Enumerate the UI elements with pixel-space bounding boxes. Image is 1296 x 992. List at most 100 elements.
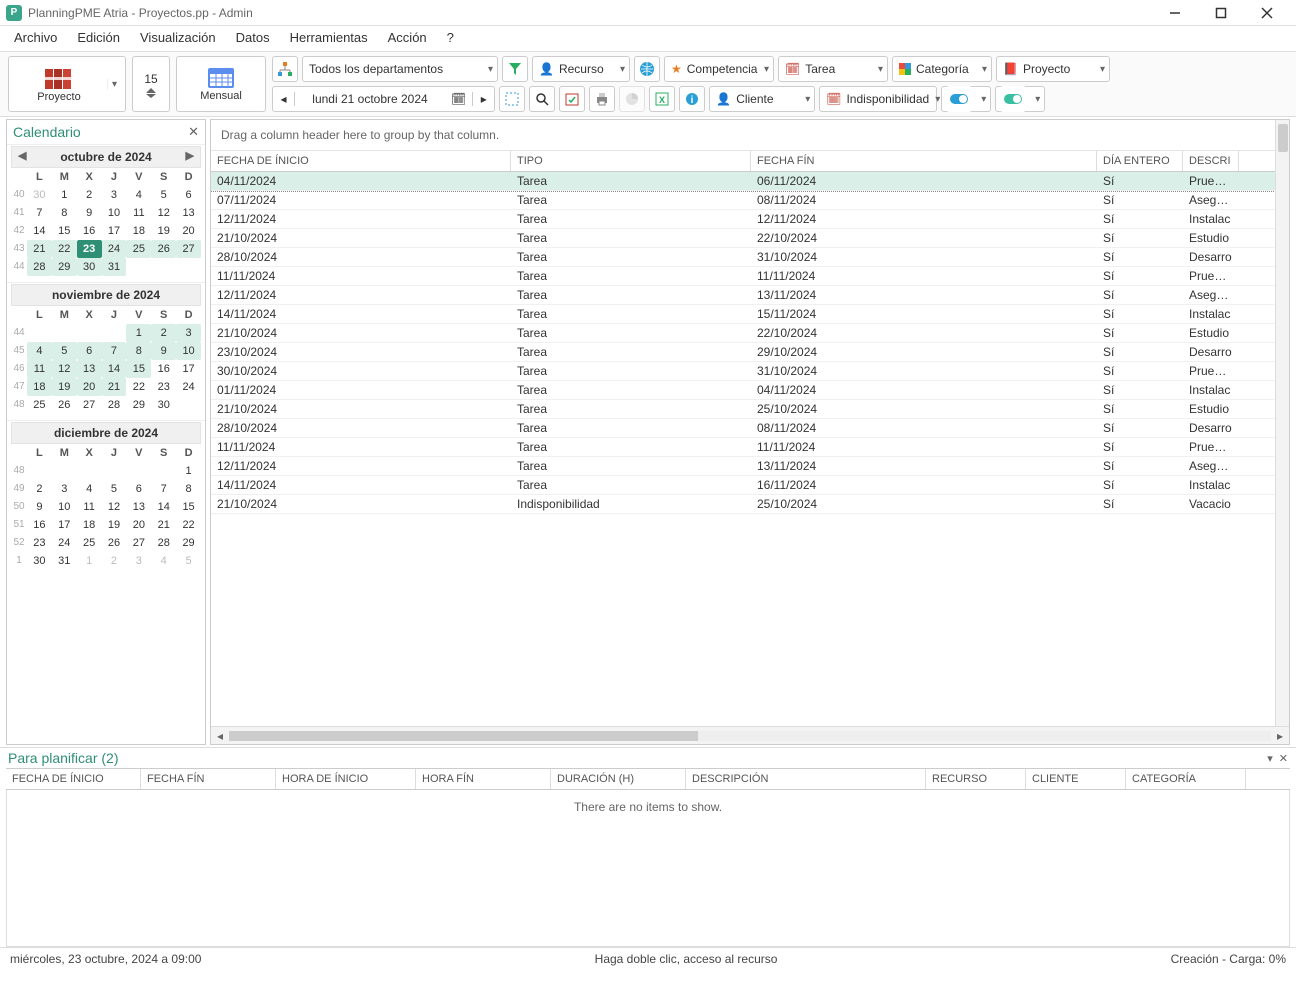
calendar-day[interactable]: 29 <box>126 396 151 414</box>
indisponibilidad-combo[interactable]: 🗓Indisponibilidad ▾ <box>819 86 937 112</box>
calendar-day[interactable]: 2 <box>151 324 176 342</box>
table-row[interactable]: 21/10/2024Indisponibilidad25/10/2024SíVa… <box>211 495 1289 514</box>
calendar-day[interactable]: 20 <box>126 516 151 534</box>
calendar-day[interactable]: 30 <box>151 396 176 414</box>
row-count-spinner[interactable]: 15 <box>132 56 170 112</box>
cliente-combo[interactable]: 👤Cliente ▾ <box>709 86 815 112</box>
planner-column-header[interactable]: RECURSO <box>926 769 1026 789</box>
calendar-day[interactable]: 31 <box>52 552 77 570</box>
calendar-day[interactable]: 1 <box>176 462 201 480</box>
calendar-day[interactable]: 25 <box>126 240 151 258</box>
table-row[interactable]: 28/10/2024Tarea31/10/2024SíDesarro <box>211 248 1289 267</box>
maximize-button[interactable] <box>1198 1 1244 25</box>
grid-column-header[interactable]: DÍA ENTERO <box>1097 151 1183 171</box>
calendar-day[interactable]: 27 <box>176 240 201 258</box>
calendar-day[interactable]: 12 <box>102 498 127 516</box>
table-row[interactable]: 21/10/2024Tarea22/10/2024SíEstudio <box>211 229 1289 248</box>
table-row[interactable]: 12/11/2024Tarea13/11/2024SíAsegura <box>211 457 1289 476</box>
table-row[interactable]: 12/11/2024Tarea12/11/2024SíInstalac <box>211 210 1289 229</box>
table-row[interactable]: 30/10/2024Tarea31/10/2024SíPruebas <box>211 362 1289 381</box>
calendar-day[interactable]: 9 <box>27 498 52 516</box>
calendar-day[interactable]: 30 <box>27 186 52 204</box>
calendar-picker-icon[interactable]: 🗓 <box>445 92 472 106</box>
menu-edición[interactable]: Edición <box>77 30 120 45</box>
calendar-day[interactable]: 10 <box>52 498 77 516</box>
mensual-button[interactable]: Mensual <box>176 56 266 112</box>
calendar-day[interactable]: 29 <box>176 534 201 552</box>
calendar-day[interactable]: 14 <box>102 360 127 378</box>
next-day-button[interactable]: ▸ <box>472 92 494 106</box>
calendar-day[interactable]: 7 <box>27 204 52 222</box>
calendar-day[interactable]: 1 <box>77 552 102 570</box>
table-row[interactable]: 14/11/2024Tarea15/11/2024SíInstalac <box>211 305 1289 324</box>
calendar-day[interactable]: 4 <box>27 342 52 360</box>
calendar-day[interactable]: 10 <box>102 204 127 222</box>
calendar-day[interactable]: 14 <box>151 498 176 516</box>
calendar-day[interactable]: 17 <box>176 360 201 378</box>
calendar-day[interactable]: 8 <box>126 342 151 360</box>
calendar-day[interactable]: 1 <box>52 186 77 204</box>
calendar-day[interactable]: 26 <box>151 240 176 258</box>
globe-icon-button[interactable] <box>634 56 660 82</box>
grid-column-header[interactable]: FECHA DE ÍNICIO <box>211 151 511 171</box>
table-row[interactable]: 14/11/2024Tarea16/11/2024SíInstalac <box>211 476 1289 495</box>
toggle-blue[interactable]: ▾ <box>941 86 991 112</box>
calendar-check-icon-button[interactable] <box>559 86 585 112</box>
calendar-day[interactable]: 23 <box>27 534 52 552</box>
search-icon-button[interactable] <box>529 86 555 112</box>
calendar-day[interactable]: 28 <box>102 396 127 414</box>
calendar-day[interactable]: 19 <box>52 378 77 396</box>
calendar-day[interactable]: 24 <box>52 534 77 552</box>
calendar-day[interactable]: 24 <box>176 378 201 396</box>
calendar-day[interactable]: 10 <box>176 342 201 360</box>
calendar-day[interactable]: 17 <box>102 222 127 240</box>
calendar-day[interactable]: 28 <box>151 534 176 552</box>
grid-column-header[interactable]: DESCRI <box>1183 151 1239 171</box>
prev-day-button[interactable]: ◂ <box>273 92 295 106</box>
calendar-day[interactable]: 9 <box>77 204 102 222</box>
calendar-day[interactable]: 17 <box>52 516 77 534</box>
planner-column-header[interactable]: HORA DE ÍNICIO <box>276 769 416 789</box>
calendar-day[interactable]: 22 <box>52 240 77 258</box>
calendar-day[interactable]: 14 <box>27 222 52 240</box>
calendar-day[interactable]: 4 <box>77 480 102 498</box>
hierarchy-icon-button[interactable] <box>272 56 298 82</box>
table-row[interactable]: 12/11/2024Tarea13/11/2024SíAsegura <box>211 286 1289 305</box>
menu-archivo[interactable]: Archivo <box>14 30 57 45</box>
table-row[interactable]: 28/10/2024Tarea08/11/2024SíDesarro <box>211 419 1289 438</box>
competencia-combo[interactable]: ★Competencia ▾ <box>664 56 774 82</box>
menu-herramientas[interactable]: Herramientas <box>290 30 368 45</box>
calendar-day[interactable]: 8 <box>176 480 201 498</box>
calendar-day[interactable]: 13 <box>77 360 102 378</box>
calendar-day[interactable]: 2 <box>27 480 52 498</box>
calendar-day[interactable]: 16 <box>77 222 102 240</box>
calendar-day[interactable]: 23 <box>151 378 176 396</box>
calendar-day[interactable]: 13 <box>176 204 201 222</box>
calendar-day[interactable]: 12 <box>52 360 77 378</box>
calendar-day[interactable]: 18 <box>126 222 151 240</box>
grid-header[interactable]: FECHA DE ÍNICIOTIPOFECHA FÍNDÍA ENTERODE… <box>211 151 1289 172</box>
calendar-day[interactable]: 16 <box>151 360 176 378</box>
planner-column-header[interactable]: CATEGORÍA <box>1126 769 1246 789</box>
calendar-day[interactable]: 5 <box>176 552 201 570</box>
planner-column-header[interactable]: HORA FÍN <box>416 769 551 789</box>
calendar-day[interactable]: 15 <box>126 360 151 378</box>
planner-column-header[interactable]: CLIENTE <box>1026 769 1126 789</box>
calendar-day[interactable]: 3 <box>102 186 127 204</box>
proyecto-combo[interactable]: 📕Proyecto ▾ <box>996 56 1110 82</box>
calendar-day[interactable]: 19 <box>151 222 176 240</box>
next-month-button[interactable]: ▶ <box>186 149 194 162</box>
calendar-day[interactable]: 6 <box>126 480 151 498</box>
calendar-day[interactable]: 9 <box>151 342 176 360</box>
calendar-day[interactable]: 1 <box>126 324 151 342</box>
calendar-day[interactable]: 30 <box>27 552 52 570</box>
calendar-day[interactable]: 25 <box>77 534 102 552</box>
table-row[interactable]: 23/10/2024Tarea29/10/2024SíDesarro <box>211 343 1289 362</box>
calendar-day[interactable]: 3 <box>126 552 151 570</box>
calendar-day[interactable]: 22 <box>126 378 151 396</box>
close-button[interactable] <box>1244 1 1290 25</box>
calendar-day[interactable]: 7 <box>102 342 127 360</box>
calendar-day[interactable]: 5 <box>151 186 176 204</box>
proyecto-button[interactable]: Proyecto ▾ <box>8 56 126 112</box>
categoria-combo[interactable]: Categoría ▾ <box>892 56 992 82</box>
